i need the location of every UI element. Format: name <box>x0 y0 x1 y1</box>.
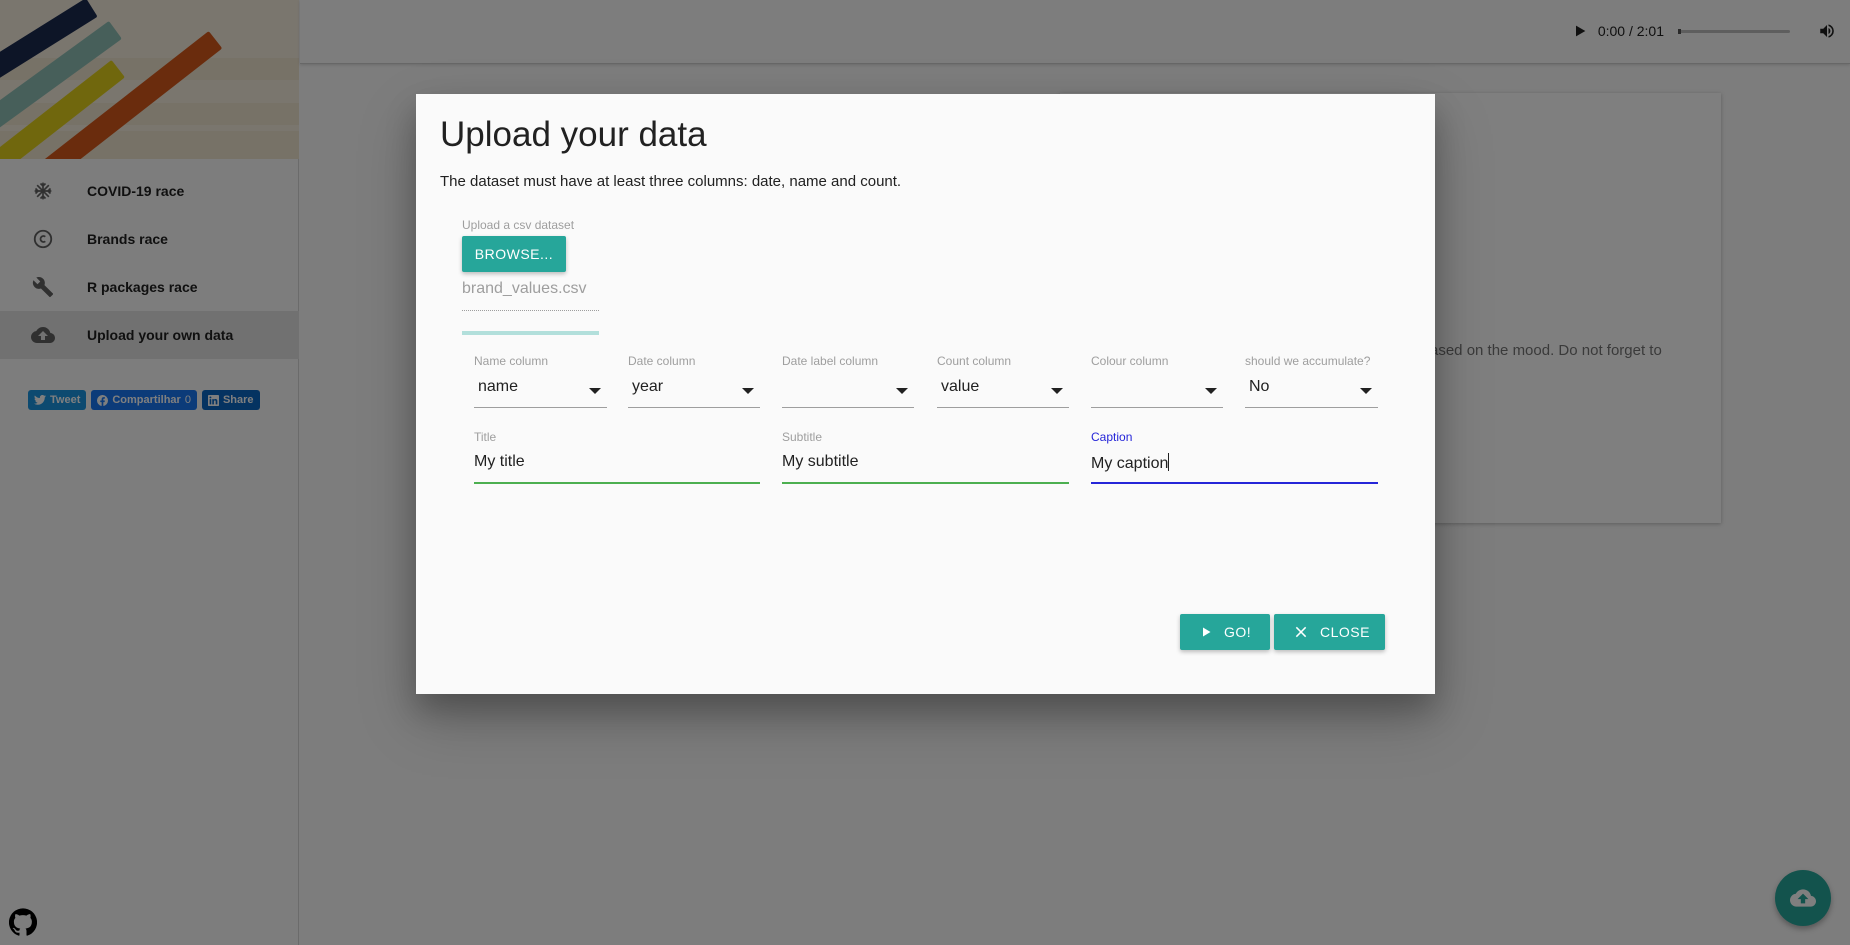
subtitle-input[interactable]: My subtitle <box>782 444 1069 484</box>
name-column-label: Name column <box>474 354 549 368</box>
browse-button[interactable]: BROWSE... <box>462 236 566 272</box>
dropdown-arrow-icon <box>589 388 601 394</box>
date-label-column-select[interactable]: Date label column <box>782 354 914 408</box>
date-column-value: year <box>632 378 664 395</box>
dropdown-arrow-icon <box>1051 388 1063 394</box>
close-button-label: CLOSE <box>1320 624 1370 640</box>
go-button-label: GO! <box>1224 624 1252 640</box>
upload-progress-bar <box>462 331 599 335</box>
dropdown-arrow-icon <box>742 388 754 394</box>
upload-csv-label: Upload a csv dataset <box>462 218 575 232</box>
play-icon <box>1203 627 1211 637</box>
caption-label: Caption <box>1091 430 1133 444</box>
text-cursor <box>1168 453 1170 471</box>
caption-input[interactable]: My caption <box>1091 444 1378 484</box>
upload-data-modal: Upload your data The dataset must have a… <box>416 94 1435 694</box>
title-input[interactable]: My title <box>474 444 760 484</box>
modal-description: The dataset must have at least three col… <box>440 173 902 190</box>
count-column-label: Count column <box>937 354 1012 368</box>
caption-value: My caption <box>1091 455 1169 472</box>
close-button[interactable]: CLOSE <box>1274 614 1385 650</box>
modal-title: Upload your data <box>440 115 707 154</box>
colour-column-value <box>1091 378 1095 395</box>
date-column-select[interactable]: Date column year <box>628 354 760 408</box>
date-label-column-label: Date label column <box>782 354 879 368</box>
date-column-label: Date column <box>628 354 696 368</box>
title-field[interactable]: Title My title <box>474 430 760 484</box>
caption-field[interactable]: Caption My caption <box>1091 430 1378 484</box>
count-column-select[interactable]: Count column value <box>937 354 1069 408</box>
accumulate-value: No <box>1249 378 1270 395</box>
name-column-select[interactable]: Name column name <box>474 354 607 408</box>
dropdown-arrow-icon <box>1205 388 1217 394</box>
colour-column-select[interactable]: Colour column <box>1091 354 1223 408</box>
accumulate-select[interactable]: should we accumulate? No <box>1245 354 1378 408</box>
accumulate-label: should we accumulate? <box>1245 354 1371 368</box>
count-column-value: value <box>941 378 980 395</box>
go-button[interactable]: GO! <box>1180 614 1270 650</box>
name-column-value: name <box>478 378 519 395</box>
colour-column-label: Colour column <box>1091 354 1169 368</box>
file-path-field[interactable]: brand_values.csv <box>462 280 599 311</box>
title-label: Title <box>474 430 497 444</box>
date-label-column-value <box>782 378 786 395</box>
subtitle-field[interactable]: Subtitle My subtitle <box>782 430 1069 484</box>
close-icon <box>1295 626 1307 638</box>
dropdown-arrow-icon <box>1360 388 1372 394</box>
subtitle-label: Subtitle <box>782 430 823 444</box>
dropdown-arrow-icon <box>896 388 908 394</box>
